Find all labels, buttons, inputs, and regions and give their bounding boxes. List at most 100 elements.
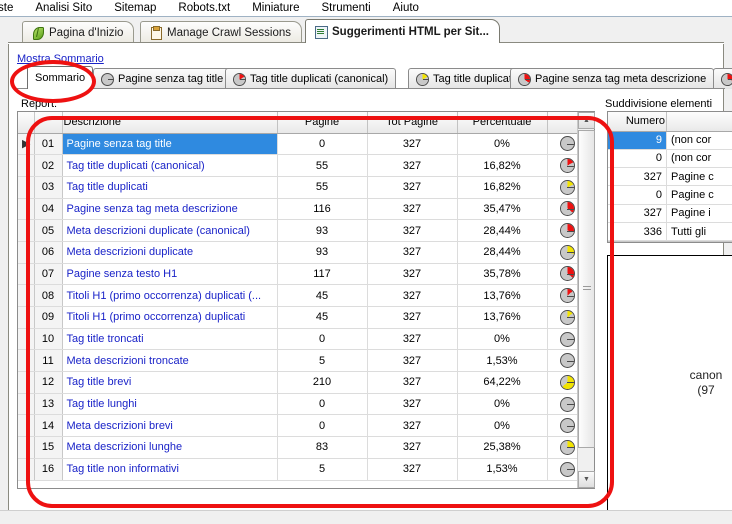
table-row[interactable]: 08 Titoli H1 (primo occorrenza) duplicati… (18, 284, 577, 307)
breakdown-filler-cell (608, 240, 732, 242)
column-header[interactable]: Percentuale (457, 112, 548, 134)
table-row[interactable]: 06 Meta descrizioni duplicate 93 327 28,44% (18, 241, 577, 264)
table-row[interactable]: 02 Tag title duplicati (canonical) 55 327 16… (18, 154, 577, 177)
breakdown-grid[interactable]: Numero 9 (non cor 0 (non cor 327 Pagine c 0 Pag… (607, 111, 732, 243)
row-index: 08 (34, 284, 63, 307)
column-header[interactable]: Pagine (277, 112, 368, 134)
column-header[interactable] (18, 112, 35, 134)
table-row[interactable]: 07 Pagine senza testo H1 117 327 35,78% (18, 263, 577, 286)
row-pagine: 93 (277, 241, 368, 264)
table-row[interactable]: 14 Meta descrizioni brevi 0 327 0% (18, 414, 577, 438)
table-row[interactable]: ▶ 01 Pagine senza tag title 0 327 0% (18, 133, 577, 156)
sub-tab-5[interactable]: Pagine senza tag meta descrizione (510, 68, 715, 89)
sub-tab-label: Tag title duplicati (canonical) (250, 73, 389, 85)
row-pagine: 45 (277, 284, 368, 307)
pie-chart-panel: canon (97 (607, 255, 732, 515)
table-row[interactable]: 12 Tag title brevi 210 327 64,22% (18, 371, 577, 394)
row-percentuale: 0% (457, 393, 548, 416)
main-tab-strip: Pagina d'Inizio Manage Crawl Sessions Sugg… (0, 19, 732, 43)
breakdown-filler-row (608, 240, 732, 242)
sub-tab-3[interactable]: Tag title duplicati (canonical) (225, 68, 397, 89)
menu-item-analisi-sito[interactable]: Analisi Sito (24, 0, 103, 16)
row-pie-cell (547, 414, 577, 438)
row-percentuale: 64,22% (457, 371, 548, 394)
main-tab-3[interactable]: Suggerimenti HTML per Sit... (305, 19, 500, 43)
breakdown-label: Pagine i (666, 204, 732, 223)
main-tab-label: Manage Crawl Sessions (167, 26, 292, 39)
menu-item-sitemap[interactable]: Sitemap (103, 0, 167, 16)
breakdown-row[interactable]: 336 Tutti gli (608, 222, 732, 242)
table-row[interactable]: 13 Tag title lunghi 0 327 0% (18, 393, 577, 416)
show-summary-link[interactable]: Mostra Sommario (17, 53, 104, 65)
pie-icon (559, 136, 575, 152)
main-tab-2[interactable]: Manage Crawl Sessions (140, 21, 303, 43)
report-grid[interactable]: Descrizione Pagine Tot Pagine Percentuale ▶… (18, 112, 577, 488)
menu-item-ste[interactable]: ste (0, 0, 24, 16)
row-percentuale: 0% (457, 414, 548, 438)
sub-tab-6[interactable]: M (713, 68, 732, 89)
pie-icon (416, 72, 429, 86)
row-index: 15 (34, 436, 63, 459)
table-row[interactable]: 15 Meta descrizioni lunghe 83 327 25,38% (18, 436, 577, 459)
menu-item-aiuto[interactable]: Aiuto (382, 0, 430, 16)
table-row[interactable]: 11 Meta descrizioni troncate 5 327 1,53% (18, 349, 577, 373)
sub-tab-4[interactable]: Tag title duplicati (408, 68, 523, 89)
row-marker (18, 436, 35, 459)
row-marker: ▶ (18, 133, 35, 156)
column-header[interactable]: Descrizione (62, 112, 278, 134)
report-table: Descrizione Pagine Tot Pagine Percentuale ▶… (18, 112, 577, 481)
column-header[interactable] (34, 112, 63, 134)
breakdown-row[interactable]: 327 Pagine c (608, 167, 732, 187)
table-row[interactable]: 05 Meta descrizioni duplicate (canonical)… (18, 219, 577, 242)
row-tot-pagine: 327 (367, 328, 458, 351)
menu-item-miniature[interactable]: Miniature (241, 0, 310, 16)
row-marker (18, 154, 35, 177)
row-pie-cell (547, 328, 577, 351)
application-window: ste Analisi Sito Sitemap Robots.txt Miniatur… (0, 0, 732, 524)
scroll-down-button[interactable]: ▼ (578, 471, 595, 488)
table-row[interactable]: 16 Tag title non informativi 5 327 1,53% (18, 458, 577, 481)
pie-radius-line (567, 425, 574, 427)
row-pie-cell (547, 133, 577, 156)
sub-tab-2[interactable]: Pagine senza tag title (93, 68, 232, 89)
pie-chart-caption: canon (97 (636, 368, 732, 398)
breakdown-numero: 327 (608, 167, 667, 187)
table-row[interactable]: 04 Pagine senza tag meta descrizione 116 32… (18, 198, 577, 221)
row-index: 01 (34, 133, 63, 156)
row-marker (18, 393, 35, 416)
table-row[interactable]: 10 Tag title troncati 0 327 0% (18, 328, 577, 351)
row-pie-cell (547, 284, 577, 307)
table-row[interactable]: 03 Tag title duplicati 55 327 16,82% (18, 176, 577, 199)
row-pagine: 0 (277, 328, 368, 351)
main-tab-1[interactable]: Pagina d'Inizio (22, 21, 135, 43)
column-header[interactable] (547, 112, 577, 134)
row-pagine: 55 (277, 154, 368, 177)
breakdown-row[interactable]: 0 (non cor (608, 149, 732, 169)
row-description: Meta descrizioni duplicate (canonical) (62, 219, 278, 242)
breakdown-row[interactable]: 0 Pagine c (608, 185, 732, 205)
scroll-up-button[interactable]: ▲ (578, 112, 595, 129)
breakdown-column-header[interactable] (666, 112, 732, 132)
leaf-icon (31, 26, 44, 40)
menu-item-strumenti[interactable]: Strumenti (311, 0, 382, 16)
sub-tab-1[interactable]: Sommario (27, 66, 94, 89)
row-description: Meta descrizioni brevi (62, 414, 278, 438)
pie-radius-line (567, 252, 574, 254)
breakdown-row[interactable]: 9 (non cor (608, 131, 732, 150)
scrollbar-thumb[interactable] (578, 130, 595, 448)
menu-item-robots-txt[interactable]: Robots.txt (167, 0, 241, 16)
breakdown-row[interactable]: 327 Pagine i (608, 204, 732, 223)
row-tot-pagine: 327 (367, 371, 458, 394)
row-tot-pagine: 327 (367, 436, 458, 459)
table-row[interactable]: 09 Titoli H1 (primo occorrenza) duplicati… (18, 306, 577, 329)
column-header[interactable]: Tot Pagine (367, 112, 458, 134)
breakdown-column-header[interactable]: Numero (608, 112, 667, 132)
row-description: Tag title duplicati (canonical) (62, 154, 278, 177)
pie-icon (559, 374, 575, 390)
sub-tab-label: Pagine senza tag title (118, 73, 224, 85)
row-tot-pagine: 327 (367, 284, 458, 307)
pie-radius-line (567, 317, 574, 319)
row-description: Titoli H1 (primo occorrenza) duplicati (62, 306, 278, 329)
report-grid-scrollbar[interactable]: ▲ ▼ (577, 112, 595, 488)
pie-radius-line (567, 404, 574, 406)
